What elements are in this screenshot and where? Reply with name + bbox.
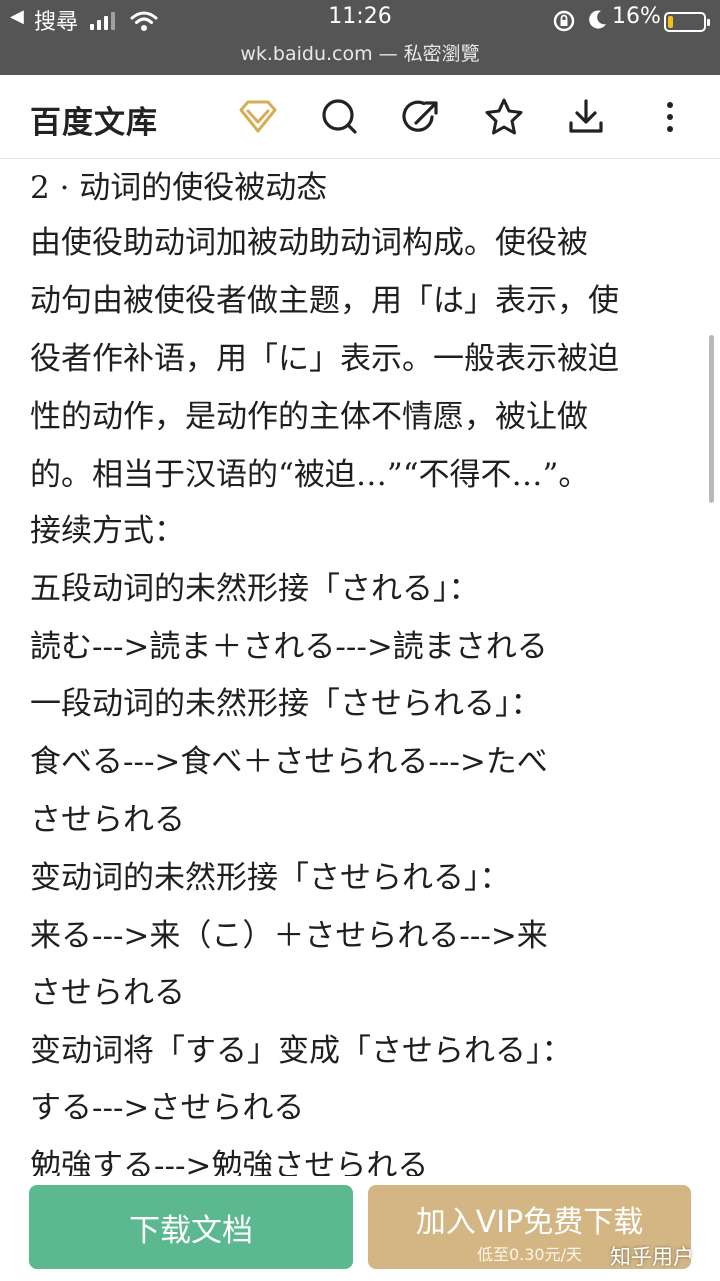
doc-line: 食べる--->食べ＋させられる--->たべ	[30, 744, 548, 780]
document-content[interactable]: 2 · 动词的使役被动态 由使役助动词加被动助动词构成。使役被 动句由被使役者做…	[0, 160, 720, 1176]
scrollbar[interactable]	[709, 335, 714, 503]
doc-line: 由使役助动词加被动助动词构成。使役被	[30, 225, 588, 261]
vip-download-label: 加入VIP免费下载	[415, 1205, 644, 1240]
doc-line: 来る--->来（こ）＋させられる--->来	[30, 918, 548, 954]
status-bar: ◀ 搜尋 11:26 16% wk.baidu.com — 私密瀏覽	[0, 0, 720, 75]
doc-line: 的。相当于汉语的“被迫…”“不得不…”。	[30, 457, 590, 493]
doc-line: 变动词的未然形接「させられる」：	[30, 860, 511, 896]
download-icon[interactable]	[564, 95, 608, 139]
doc-line: する--->させられる	[30, 1090, 305, 1126]
download-document-label: 下载文档	[129, 1212, 253, 1249]
battery-icon	[664, 12, 710, 32]
app-header: 百度文库	[0, 75, 720, 159]
vip-diamond-icon[interactable]	[236, 95, 280, 139]
doc-line: させられる	[30, 975, 185, 1011]
brand-logo[interactable]: 百度文库	[30, 97, 158, 142]
search-icon[interactable]	[318, 95, 362, 139]
doc-line: 一段动词的未然形接「させられる」：	[30, 686, 542, 722]
doc-line: 役者作补语，用「に」表示。一般表示被迫	[30, 341, 619, 377]
battery-fill	[668, 16, 673, 28]
share-icon[interactable]	[400, 95, 444, 139]
doc-line: 勉強する--->勉強させられる	[30, 1148, 429, 1176]
battery-percent: 16%	[612, 4, 661, 29]
doc-line: 接续方式：	[30, 513, 185, 549]
orientation-lock-icon	[553, 10, 575, 32]
doc-line: 五段动词的未然形接「される」：	[30, 571, 480, 607]
doc-line: 性的动作，是动作的主体不情愿，被让做	[30, 399, 588, 435]
do-not-disturb-icon	[589, 10, 606, 29]
url-label[interactable]: wk.baidu.com — 私密瀏覽	[0, 39, 720, 66]
download-document-button[interactable]: 下载文档	[29, 1185, 353, 1269]
doc-line: 变动词将「する」变成「させられる」：	[30, 1033, 573, 1069]
doc-line: 2 · 动词的使役被动态	[30, 170, 328, 206]
watermark: 知乎用户	[610, 1245, 694, 1269]
doc-line: させられる	[30, 802, 185, 838]
star-icon[interactable]	[482, 95, 526, 139]
status-row: ◀ 搜尋 11:26 16%	[0, 4, 720, 36]
more-icon[interactable]	[648, 95, 692, 139]
doc-line: 动句由被使役者做主题，用「は」表示，使	[30, 283, 619, 319]
doc-line: 読む--->読ま＋される--->読まされる	[30, 629, 548, 665]
